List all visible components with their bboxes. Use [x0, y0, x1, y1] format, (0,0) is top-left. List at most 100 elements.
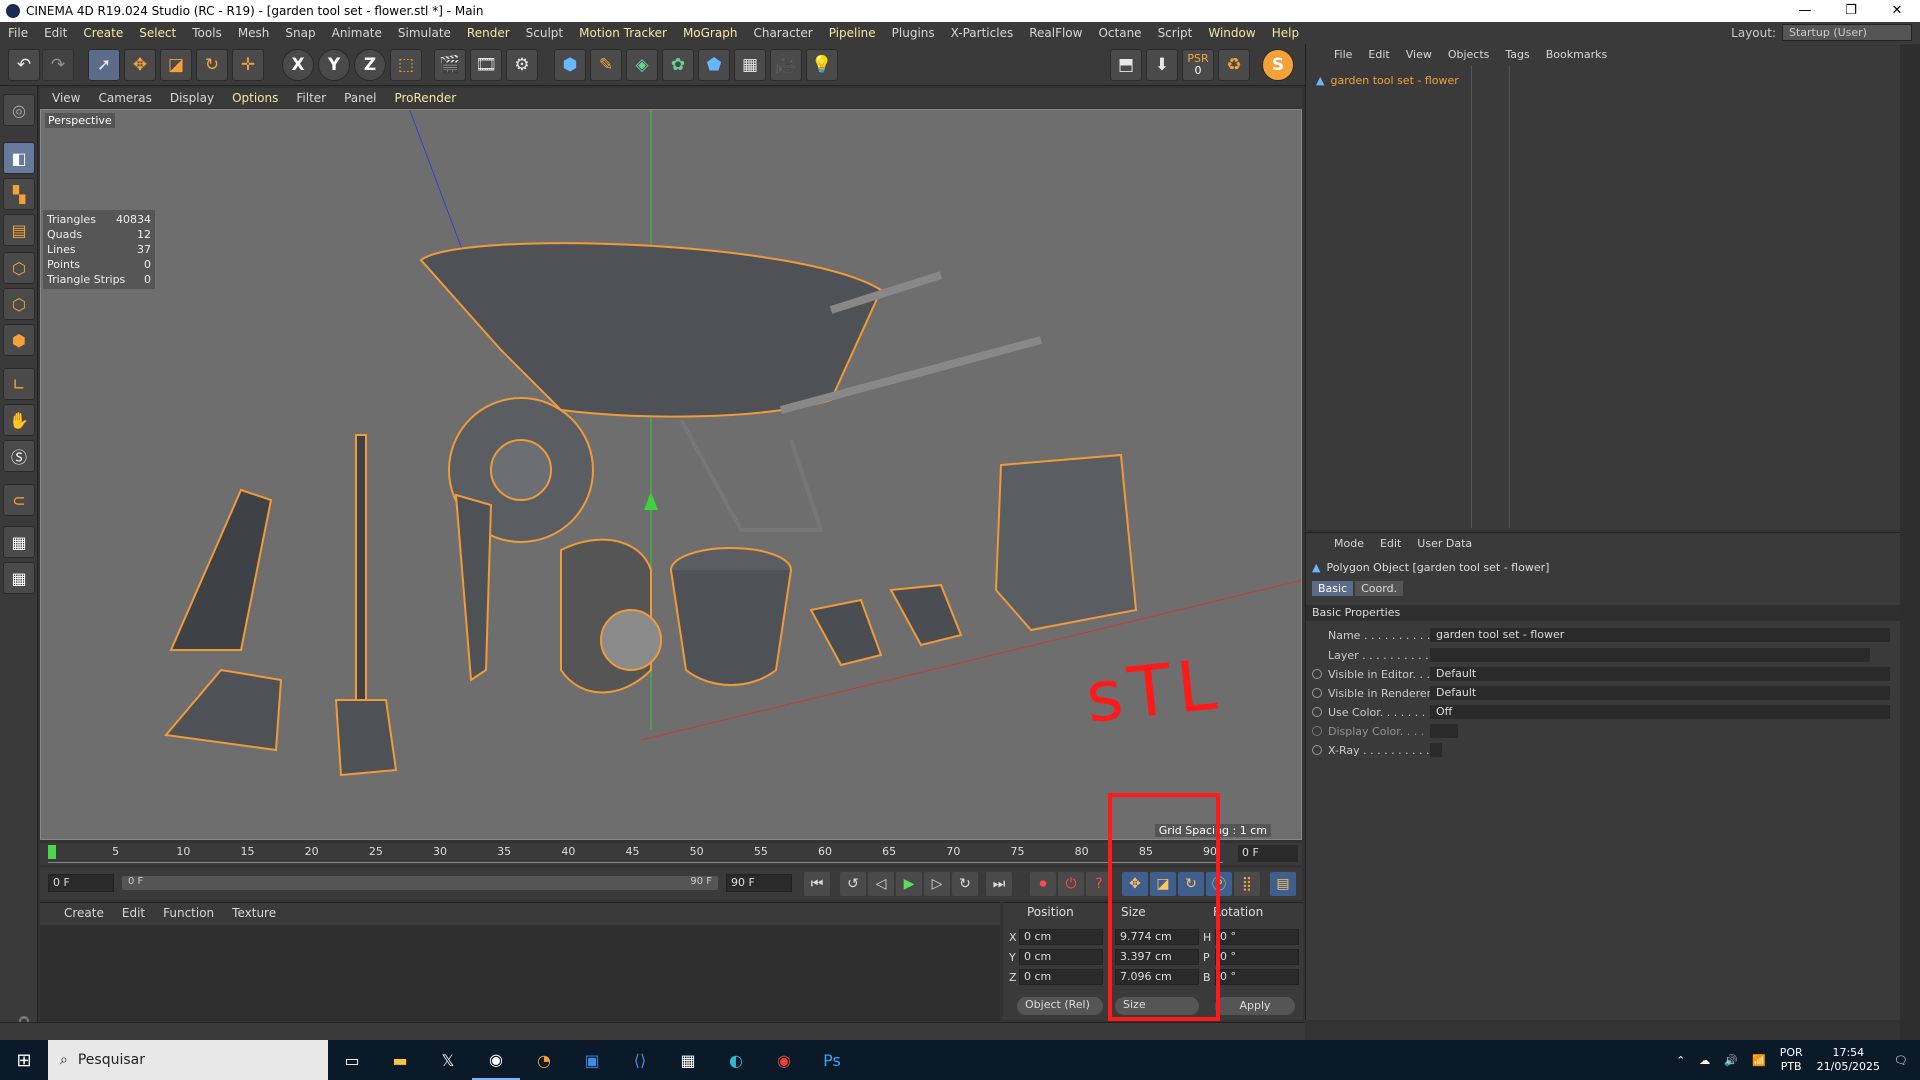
start-frame-field[interactable]: 0 F — [48, 874, 114, 892]
attr-menu-edit[interactable]: Edit — [1372, 537, 1409, 550]
menu-select[interactable]: Select — [131, 26, 184, 40]
material-menu-function[interactable]: Function — [155, 906, 222, 920]
attr-menu-mode[interactable]: Mode — [1326, 537, 1372, 550]
next-frame-icon[interactable]: ▷ — [924, 872, 950, 896]
material-menu-texture[interactable]: Texture — [224, 906, 284, 920]
lock-workplane-icon[interactable]: ▦ — [3, 526, 35, 558]
x-ray-checkbox[interactable] — [1430, 743, 1442, 757]
material-menu-create[interactable]: Create — [56, 906, 112, 920]
visible-in-editor-select[interactable]: Default — [1430, 667, 1890, 681]
close-button[interactable]: ✕ — [1874, 0, 1920, 22]
menu-simulate[interactable]: Simulate — [390, 26, 459, 40]
cloner-icon[interactable]: ✿ — [662, 49, 694, 81]
chrome-icon[interactable]: ◉ — [760, 1040, 808, 1080]
previous-frame-icon[interactable]: ◁ — [868, 872, 894, 896]
show-hidden-icons-icon[interactable]: ⌃ — [1676, 1054, 1685, 1067]
taskbar-search-box[interactable]: ⌕ Pesquisar — [48, 1040, 328, 1080]
menu-snap[interactable]: Snap — [277, 26, 323, 40]
workplane-mode-icon[interactable]: ▤ — [3, 214, 35, 246]
cube-primitive-icon[interactable]: ⬢ — [554, 49, 586, 81]
menu-file[interactable]: File — [0, 26, 36, 40]
view-menu-filter[interactable]: Filter — [288, 91, 334, 105]
record-active-icon[interactable]: ⏺ — [1030, 872, 1056, 896]
move-tool-icon[interactable]: ✥ — [124, 49, 156, 81]
file-explorer-icon[interactable]: ▬ — [376, 1040, 424, 1080]
menu-mesh[interactable]: Mesh — [230, 26, 278, 40]
object-name[interactable]: garden tool set - flower — [1330, 74, 1458, 87]
menu-mograph[interactable]: MoGraph — [675, 26, 746, 40]
next-key-icon[interactable]: ↻ — [952, 872, 978, 896]
s-plugin-icon[interactable]: S — [1262, 49, 1294, 81]
model-mode-icon[interactable]: ◧ — [3, 142, 35, 174]
notifications-icon[interactable]: 🗨 — [1894, 1054, 1908, 1067]
menu-pipeline[interactable]: Pipeline — [821, 26, 884, 40]
objects-menu-bookmarks[interactable]: Bookmarks — [1538, 48, 1615, 61]
blender-icon[interactable]: ◔ — [520, 1040, 568, 1080]
download-icon[interactable]: ⬇ — [1146, 49, 1178, 81]
coordinate-mode-dropdown[interactable]: Object (Rel) — [1017, 997, 1103, 1015]
menu-sculpt[interactable]: Sculpt — [518, 26, 571, 40]
menu-script[interactable]: Script — [1150, 26, 1201, 40]
apply-button[interactable]: Apply — [1215, 997, 1295, 1015]
previous-key-icon[interactable]: ↺ — [840, 872, 866, 896]
live-selection-icon[interactable]: ✛ — [232, 49, 264, 81]
menu-octane[interactable]: Octane — [1090, 26, 1149, 40]
menu-window[interactable]: Window — [1200, 26, 1263, 40]
calculator-icon[interactable]: ▦ — [664, 1040, 712, 1080]
minimize-button[interactable]: — — [1782, 0, 1828, 22]
view-menu-view[interactable]: View — [44, 91, 88, 105]
view-menu-cameras[interactable]: Cameras — [90, 91, 159, 105]
select-tool-icon[interactable]: ➚ — [88, 49, 120, 81]
tweak-mode-icon[interactable]: ✋ — [3, 404, 35, 436]
z-axis-lock-icon[interactable]: Z — [354, 49, 386, 81]
magnet-icon[interactable]: ⊂ — [3, 484, 35, 516]
objects-menu-objects[interactable]: Objects — [1440, 48, 1498, 61]
visible-in-renderer-select[interactable]: Default — [1430, 686, 1890, 700]
menu-tools[interactable]: Tools — [184, 26, 230, 40]
menu-render[interactable]: Render — [459, 26, 518, 40]
axis-mode-icon[interactable]: ∟ — [3, 368, 35, 400]
view-menu-display[interactable]: Display — [162, 91, 222, 105]
name-field[interactable]: garden tool set - flower — [1430, 628, 1890, 642]
subdivision-surface-icon[interactable]: ◈ — [626, 49, 658, 81]
view-menu-panel[interactable]: Panel — [336, 91, 384, 105]
windows-start-icon[interactable]: ⊞ — [0, 1040, 48, 1080]
layer-field[interactable] — [1430, 648, 1870, 662]
tab-coord[interactable]: Coord. — [1355, 581, 1404, 596]
use-color-select[interactable]: Off — [1430, 705, 1890, 719]
edge-icon[interactable]: ◐ — [712, 1040, 760, 1080]
clock[interactable]: 17:54 21/05/2025 — [1817, 1046, 1880, 1074]
maximize-button[interactable]: ❐ — [1828, 0, 1874, 22]
rotate-tool-icon[interactable]: ↻ — [196, 49, 228, 81]
objects-menu-file[interactable]: File — [1326, 48, 1360, 61]
cinema4d-taskbar-icon[interactable]: ◉ — [472, 1040, 520, 1080]
points-mode-icon[interactable]: ⬡ — [3, 252, 35, 284]
pen-spline-icon[interactable]: ✎ — [590, 49, 622, 81]
y-axis-lock-icon[interactable]: Y — [318, 49, 350, 81]
edges-mode-icon[interactable]: ⬡ — [3, 288, 35, 320]
onedrive-icon[interactable]: ☁ — [1699, 1054, 1710, 1067]
menu-animate[interactable]: Animate — [324, 26, 390, 40]
redo-icon[interactable]: ↷ — [42, 49, 74, 81]
display-color-swatch[interactable] — [1430, 724, 1458, 738]
objects-menu-tags[interactable]: Tags — [1497, 48, 1537, 61]
go-to-end-icon[interactable]: ⏭ — [986, 872, 1012, 896]
floor-icon[interactable]: ▦ — [734, 49, 766, 81]
language-indicator[interactable]: POR PTB — [1780, 1046, 1803, 1074]
end-frame-field[interactable]: 90 F — [726, 874, 792, 892]
play-icon[interactable]: ▶ — [896, 872, 922, 896]
render-settings-icon[interactable]: ⚙ — [506, 49, 538, 81]
menu-realflow[interactable]: RealFlow — [1021, 26, 1090, 40]
rotation-p-field[interactable]: 0 ° — [1215, 949, 1299, 965]
vscode-icon[interactable]: ⟨⟩ — [616, 1040, 664, 1080]
menu-edit[interactable]: Edit — [36, 26, 75, 40]
object-row[interactable]: ▲ garden tool set - flower — [1316, 74, 1459, 87]
task-view-icon[interactable]: ▭ — [328, 1040, 376, 1080]
view-menu-options[interactable]: Options — [224, 91, 286, 105]
edit-render-settings-icon[interactable]: ⬒ — [1110, 49, 1142, 81]
polygons-mode-icon[interactable]: ⬢ — [3, 324, 35, 356]
light-icon[interactable]: 💡 — [806, 49, 838, 81]
attr-menu-user-data[interactable]: User Data — [1409, 537, 1480, 550]
render-view-icon[interactable]: 🎬 — [434, 49, 466, 81]
menu-help[interactable]: Help — [1264, 26, 1307, 40]
